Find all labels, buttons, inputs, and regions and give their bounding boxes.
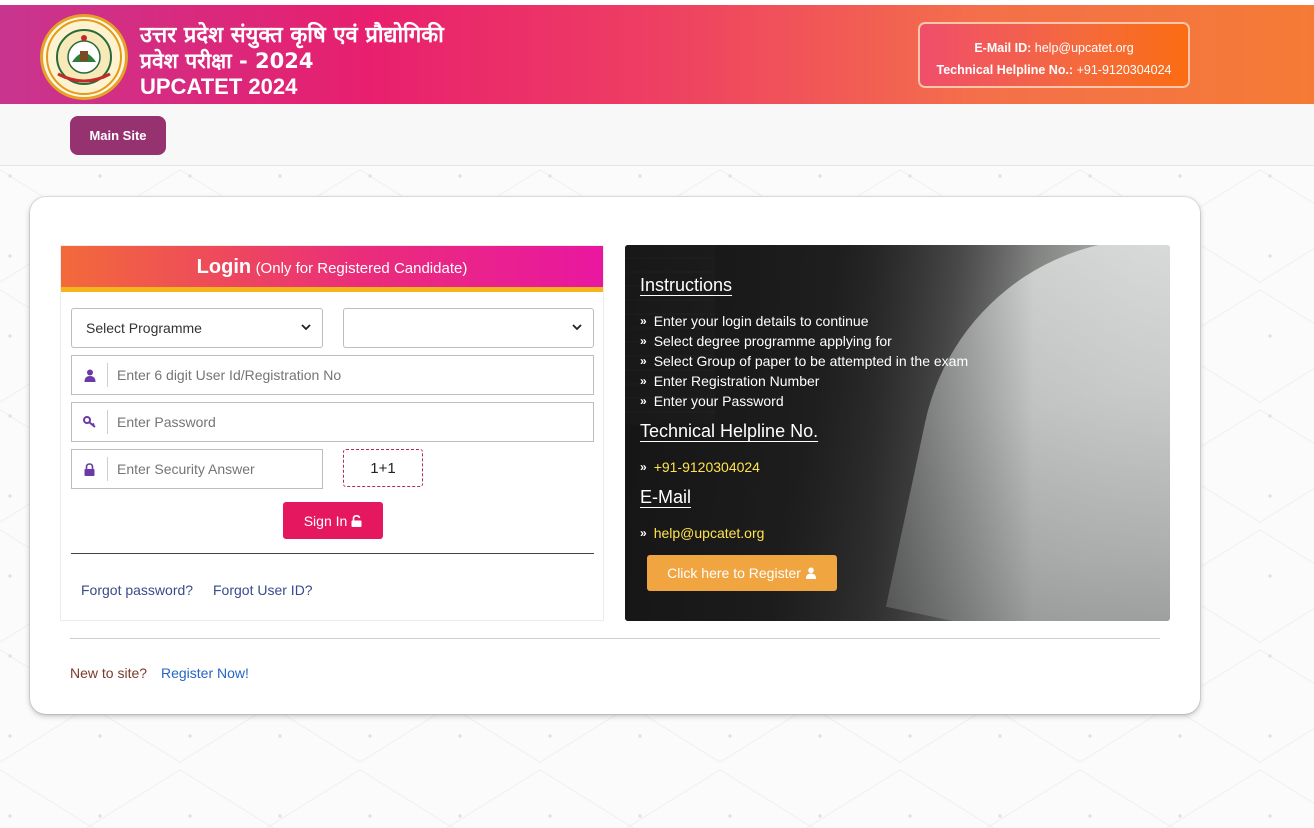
user-icon — [805, 567, 816, 579]
register-now-link[interactable]: Register Now! — [161, 665, 249, 681]
title-hindi-line2: प्रवेश परीक्षा - 2024 — [140, 49, 314, 73]
helpline-item: » +91-9120304024 — [640, 459, 760, 475]
forgot-password-link[interactable]: Forgot password? — [81, 582, 193, 598]
user-icon — [72, 363, 108, 387]
instruction-item: » Enter your login details to continue — [640, 313, 869, 329]
double-chevron-right-icon: » — [640, 334, 647, 348]
security-answer-field[interactable]: Enter Security Answer — [71, 449, 323, 489]
password-placeholder: Enter Password — [117, 414, 216, 430]
login-divider — [71, 553, 594, 554]
password-field[interactable]: Enter Password — [71, 402, 594, 442]
unlock-icon — [351, 514, 362, 527]
helpline-label: Technical Helpline No.: — [936, 63, 1074, 77]
university-logo — [40, 14, 128, 100]
double-chevron-right-icon: » — [640, 354, 647, 368]
user-id-field[interactable]: Enter 6 digit User Id/Registration No — [71, 355, 594, 395]
double-chevron-right-icon: » — [640, 394, 647, 408]
forgot-user-id-link[interactable]: Forgot User ID? — [213, 582, 313, 598]
user-id-placeholder: Enter 6 digit User Id/Registration No — [117, 367, 342, 383]
email-heading: E-Mail — [640, 487, 692, 507]
university-seal-icon — [46, 19, 122, 95]
email-address[interactable]: help@upcatet.org — [654, 525, 765, 541]
helpline-number: +91-9120304024 — [653, 459, 760, 475]
site-header: उत्तर प्रदेश संयुक्त कृषि एवं प्रौद्योगि… — [0, 5, 1314, 104]
programme-select-value: Select Programme — [86, 320, 202, 336]
double-chevron-right-icon: » — [640, 460, 647, 474]
instructions-heading: Instructions — [640, 275, 733, 295]
programme-select[interactable]: Select Programme — [71, 308, 323, 348]
contact-info-box: E-Mail ID: help@upcatet.org Technical He… — [918, 22, 1190, 88]
email-label: E-Mail ID: — [974, 41, 1032, 55]
card-divider — [70, 638, 1160, 639]
login-card: Login (Only for Registered Candidate) Se… — [30, 197, 1200, 714]
main-site-button[interactable]: Main Site — [70, 116, 166, 155]
double-chevron-right-icon: » — [640, 314, 647, 328]
instruction-item: » Enter Registration Number — [640, 373, 820, 389]
security-question: 1+1 — [370, 459, 396, 477]
email-value[interactable]: help@upcatet.org — [1035, 41, 1134, 55]
security-answer-placeholder: Enter Security Answer — [117, 461, 255, 477]
contact-helpline-line: Technical Helpline No.: +91-9120304024 — [920, 59, 1188, 81]
sign-in-button[interactable]: Sign In — [283, 502, 383, 539]
login-panel: Login (Only for Registered Candidate) Se… — [60, 245, 604, 621]
helpline-value: +91-9120304024 — [1076, 63, 1172, 77]
instruction-item: » Select Group of paper to be attempted i… — [640, 353, 969, 369]
group-select[interactable] — [343, 308, 594, 348]
contact-email-line: E-Mail ID: help@upcatet.org — [920, 37, 1188, 59]
navbar: Main Site — [0, 104, 1314, 166]
login-title: Login — [196, 256, 252, 278]
login-subtitle: (Only for Registered Candidate) — [255, 260, 468, 277]
instructions-panel: Instructions » Enter your login details t… — [625, 245, 1170, 621]
instruction-item: » Select degree programme applying for — [640, 333, 892, 349]
double-chevron-right-icon: » — [640, 526, 647, 540]
email-item: » help@upcatet.org — [640, 525, 764, 541]
double-chevron-right-icon: » — [640, 374, 647, 388]
register-button-label: Click here to Register — [667, 565, 801, 581]
key-icon — [72, 410, 108, 434]
security-question-box: 1+1 — [343, 449, 423, 487]
instruction-item: » Enter your Password — [640, 393, 784, 409]
sign-in-label: Sign In — [303, 512, 348, 529]
new-to-site-text: New to site? — [70, 665, 148, 681]
chevron-down-icon — [301, 324, 311, 331]
chevron-down-icon — [572, 324, 582, 331]
title-hindi-line1: उत्तर प्रदेश संयुक्त कृषि एवं प्रौद्योगि… — [140, 23, 444, 48]
login-header: Login (Only for Registered Candidate) — [61, 246, 603, 292]
register-button[interactable]: Click here to Register — [647, 555, 837, 591]
title-english: UPCATET 2024 — [140, 74, 298, 99]
helpline-heading: Technical Helpline No. — [640, 421, 819, 441]
lock-icon — [72, 457, 108, 481]
